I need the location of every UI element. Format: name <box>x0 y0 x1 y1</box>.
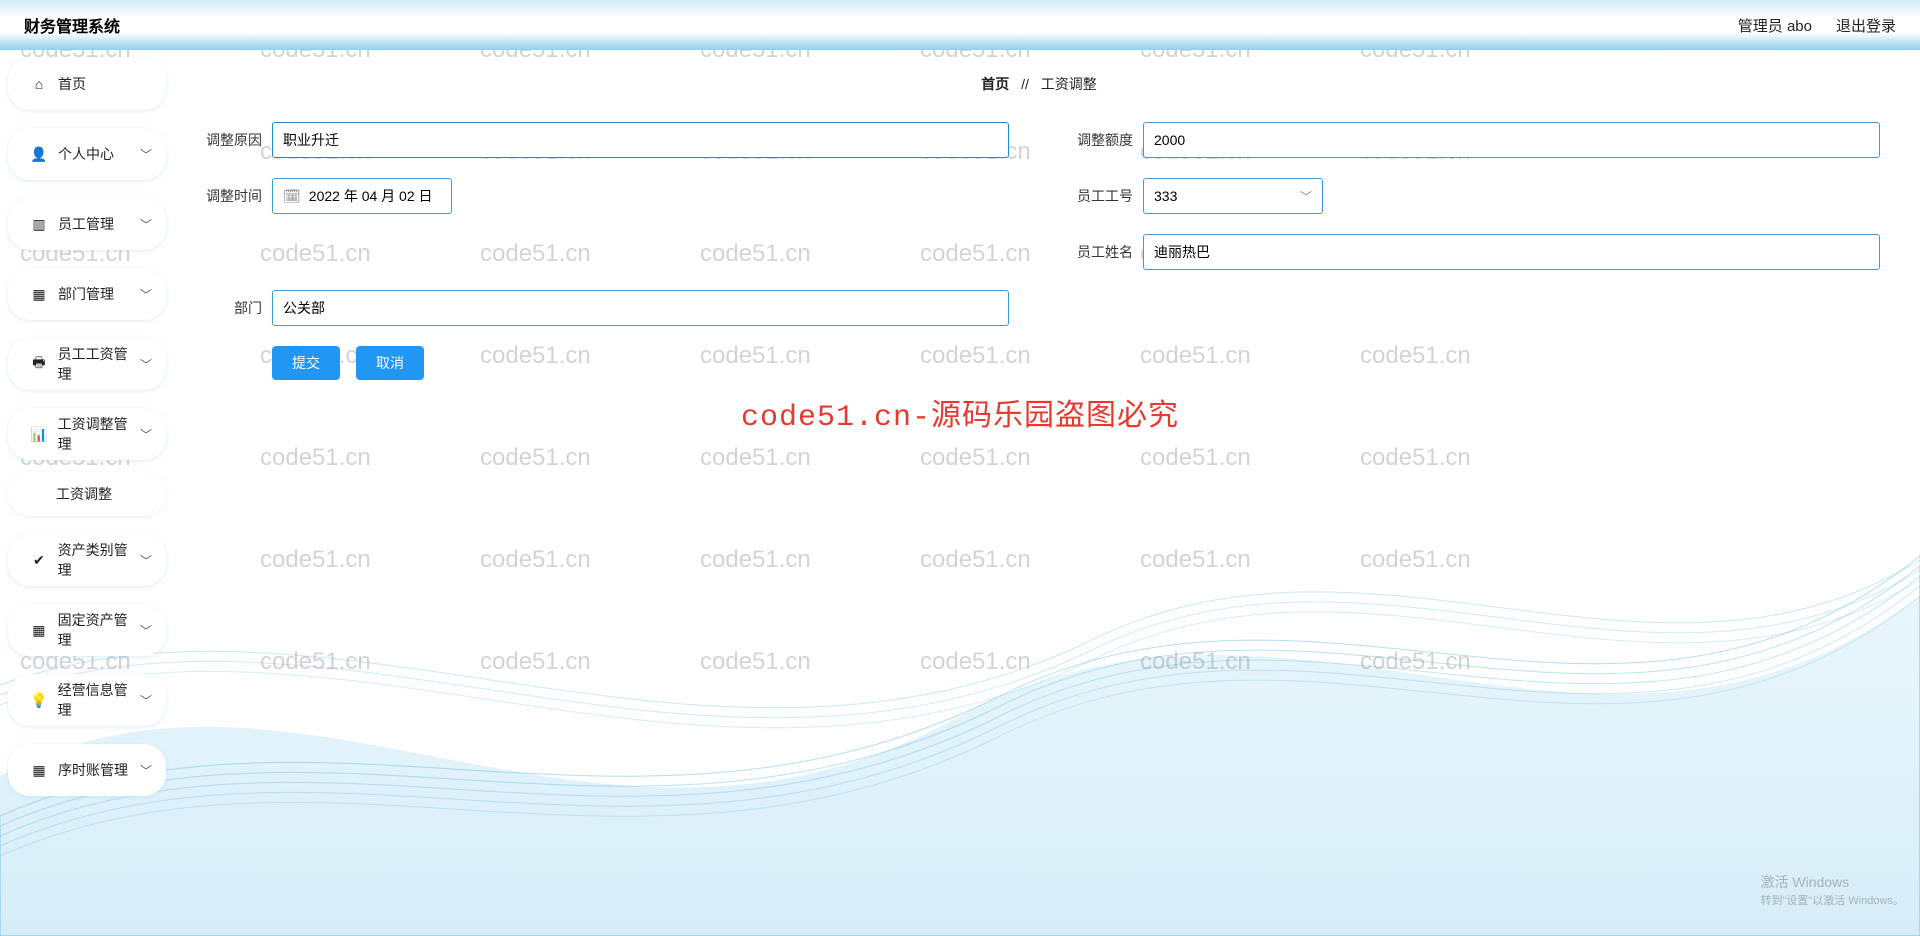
cancel-button[interactable]: 取消 <box>356 346 424 380</box>
chevron-down-icon: ﹀ <box>140 286 152 303</box>
sidebar-item-7[interactable]: ▦ 固定资产管理﹀ <box>8 604 166 656</box>
empid-label: 员工工号 <box>1069 186 1133 206</box>
logout-link[interactable]: 退出登录 <box>1836 15 1896 36</box>
home-icon: ⌂ <box>30 76 48 92</box>
sidebar-item-label: 固定资产管理 <box>58 610 140 650</box>
admin-link[interactable]: 管理员 abo <box>1738 15 1812 36</box>
user-icon: 👤 <box>30 146 48 163</box>
sidebar-item-5[interactable]: 📊 工资调整管理﹀ <box>8 408 166 460</box>
empname-input[interactable] <box>1143 234 1880 270</box>
amount-input[interactable] <box>1143 122 1880 158</box>
sidebar-item-9[interactable]: ▦ 序时账管理 ﹀ <box>8 744 166 796</box>
sidebar-item-label: 员工工资管理 <box>58 344 140 384</box>
salary-icon: 🖶 <box>30 352 48 376</box>
sidebar-item-label: 个人中心 <box>58 144 114 164</box>
empname-label: 员工姓名 <box>1069 242 1133 262</box>
sidebar-item-4[interactable]: 🖶 员工工资管理﹀ <box>8 338 166 390</box>
fixed-asset-icon: ▦ <box>30 622 48 639</box>
chevron-down-icon: ﹀ <box>140 622 152 639</box>
main-content: 首页 // 工资调整 调整原因 调整额度 调整时间 🗓 2022 年 04 月 … <box>170 50 1920 936</box>
breadcrumb-current: 工资调整 <box>1041 76 1097 92</box>
sidebar-item-label: 经营信息管理 <box>58 680 140 720</box>
sidebar-item-1[interactable]: 👤 个人中心 ﹀ <box>8 128 166 180</box>
calendar-icon: 🗓 <box>283 188 301 205</box>
reason-label: 调整原因 <box>198 130 262 150</box>
ledger-icon: ▦ <box>30 762 48 779</box>
dept-label: 部门 <box>198 298 262 318</box>
chevron-down-icon: ﹀ <box>140 356 152 373</box>
sidebar-item-label: 资产类别管理 <box>58 540 140 580</box>
sidebar-item-2[interactable]: ▥ 员工管理 ﹀ <box>8 198 166 250</box>
amount-label: 调整额度 <box>1069 130 1133 150</box>
breadcrumb-sep: // <box>1021 76 1029 92</box>
reason-input[interactable] <box>272 122 1009 158</box>
employee-icon: ▥ <box>30 216 48 233</box>
sidebar-item-label: 员工管理 <box>58 214 114 234</box>
chevron-down-icon: ﹀ <box>140 216 152 233</box>
biz-info-icon: 💡 <box>30 692 48 709</box>
sidebar-item-6[interactable]: ✔ 资产类别管理﹀ <box>8 534 166 586</box>
header-bar: 财务管理系统 管理员 abo 退出登录 <box>0 0 1920 50</box>
chevron-down-icon: ﹀ <box>140 692 152 709</box>
sidebar-item-label: 工资调整管理 <box>58 414 140 454</box>
empid-value: 333 <box>1154 188 1177 204</box>
chevron-down-icon: ﹀ <box>140 146 152 163</box>
time-label: 调整时间 <box>198 186 262 206</box>
adjust-icon: 📊 <box>30 426 48 443</box>
sidebar-item-label: 部门管理 <box>58 284 114 304</box>
chevron-down-icon: ﹀ <box>140 552 152 569</box>
sidebar-item-label: 首页 <box>58 74 86 94</box>
submit-button[interactable]: 提交 <box>272 346 340 380</box>
sidebar-sub-salary-adjust[interactable]: 工资调整 <box>8 472 166 516</box>
chevron-down-icon: ﹀ <box>1300 188 1312 205</box>
time-value: 2022 年 04 月 02 日 <box>309 186 433 206</box>
empid-select[interactable]: 333 ﹀ <box>1143 178 1323 214</box>
asset-cat-icon: ✔ <box>30 552 48 569</box>
chevron-down-icon: ﹀ <box>140 762 152 779</box>
app-title: 财务管理系统 <box>24 13 120 37</box>
breadcrumb-home[interactable]: 首页 <box>981 76 1009 92</box>
sidebar: ⌂首页👤个人中心﹀▥员工管理﹀▦部门管理﹀🖶员工工资管理﹀📊工资调整管理﹀工资调… <box>0 50 170 936</box>
sidebar-item-0[interactable]: ⌂ 首页 <box>8 58 166 110</box>
time-input[interactable]: 🗓 2022 年 04 月 02 日 <box>272 178 452 214</box>
breadcrumb: 首页 // 工资调整 <box>198 74 1880 94</box>
sidebar-item-8[interactable]: 💡 经营信息管理﹀ <box>8 674 166 726</box>
sidebar-item-3[interactable]: ▦ 部门管理 ﹀ <box>8 268 166 320</box>
sidebar-item-label: 序时账管理 <box>58 760 128 780</box>
dept-input[interactable] <box>272 290 1009 326</box>
chevron-down-icon: ﹀ <box>140 426 152 443</box>
dept-icon: ▦ <box>30 286 48 303</box>
